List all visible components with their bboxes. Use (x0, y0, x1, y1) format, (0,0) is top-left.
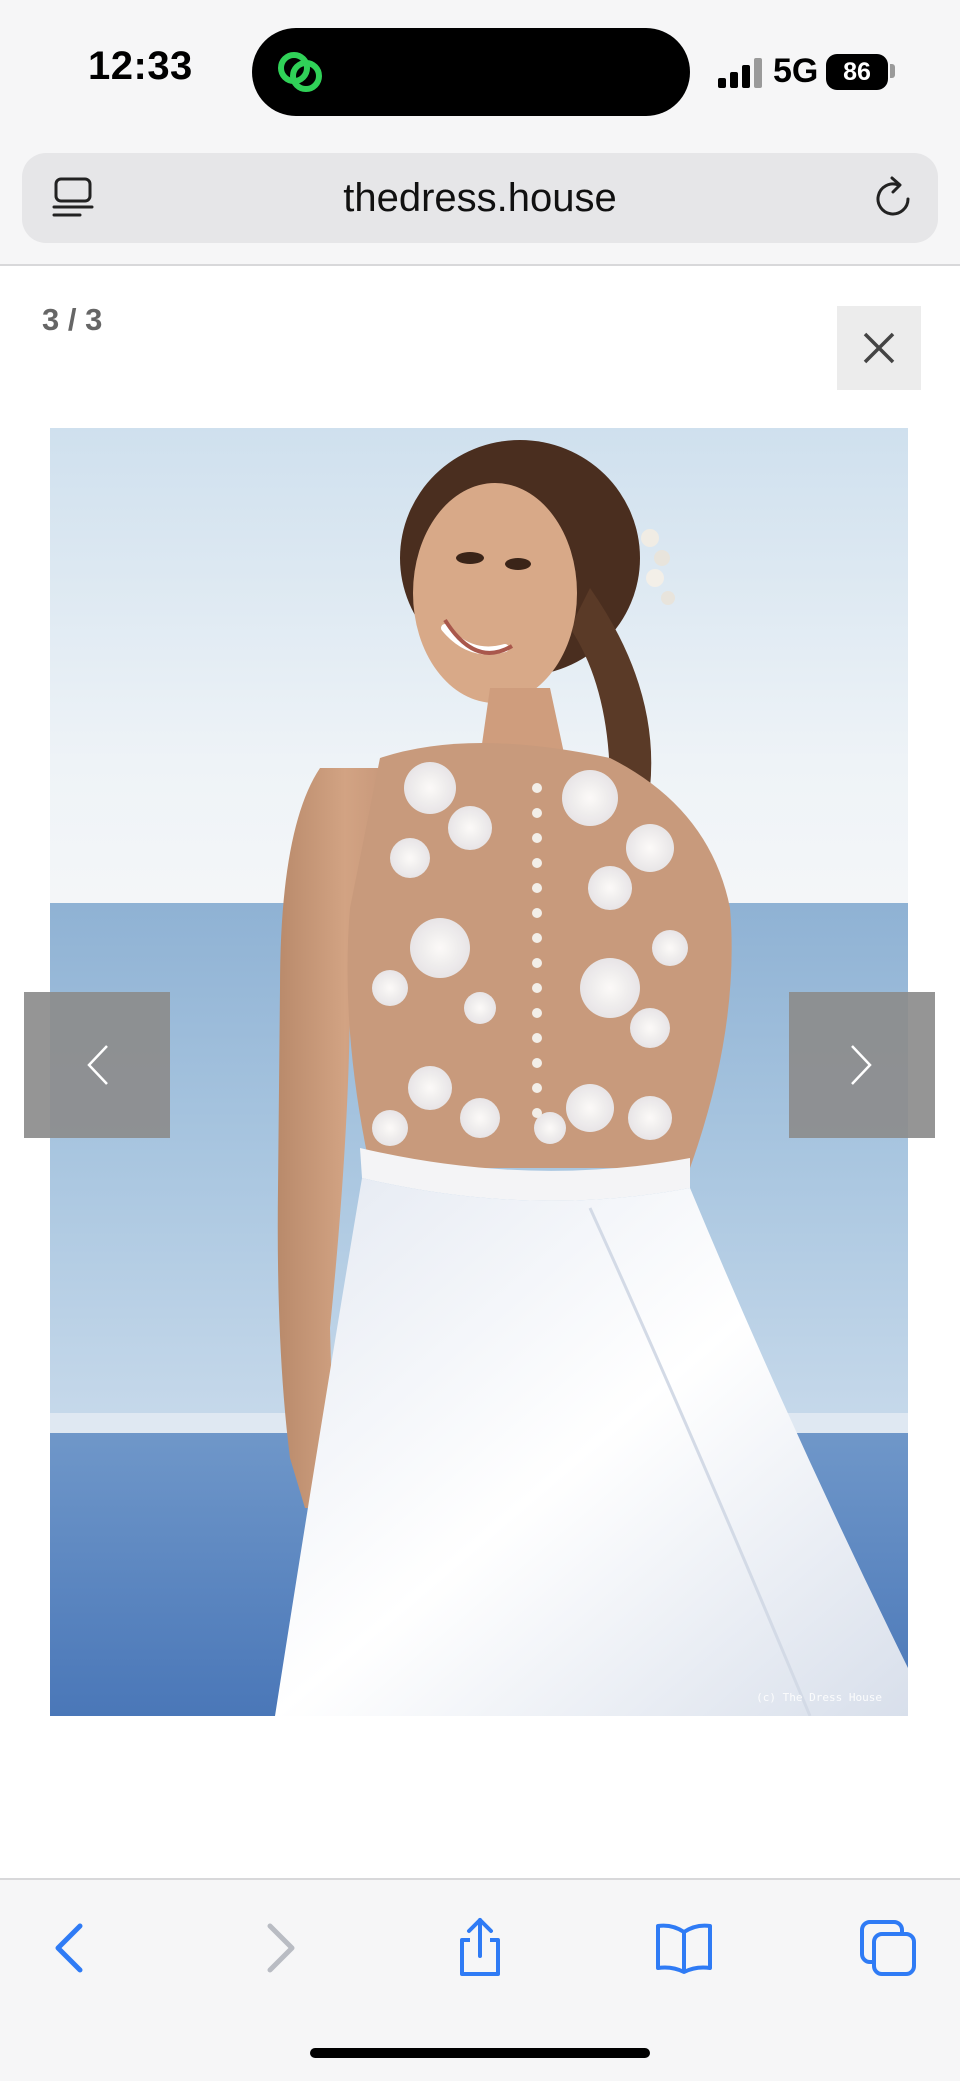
address-bar[interactable]: thedress.house (22, 153, 938, 243)
back-button[interactable] (40, 1916, 104, 1980)
reader-view-icon[interactable] (50, 175, 96, 221)
app-link-icon (278, 52, 322, 92)
status-time: 12:33 (88, 44, 193, 88)
next-image-button[interactable] (789, 992, 935, 1138)
gallery-image[interactable]: (c) The Dress House (50, 428, 908, 1716)
status-bar: 12:33 5G 86 (0, 0, 960, 140)
dress-photo (50, 428, 908, 1716)
network-type: 5G (773, 52, 819, 90)
share-icon (460, 1918, 500, 1976)
forward-icon (267, 1923, 295, 1973)
share-button[interactable] (448, 1916, 512, 1980)
image-watermark: (c) The Dress House (756, 1691, 882, 1704)
gallery-counter: 3 / 3 (42, 302, 103, 337)
forward-button[interactable] (246, 1916, 310, 1980)
cellular-signal-icon (718, 58, 764, 88)
url-text[interactable]: thedress.house (22, 153, 938, 243)
battery-indicator: 86 (826, 54, 888, 90)
dynamic-island[interactable] (252, 28, 690, 116)
previous-image-button[interactable] (24, 992, 170, 1138)
chevron-left-icon (87, 1045, 108, 1085)
tabs-icon (860, 1920, 916, 1976)
reload-icon[interactable] (870, 175, 916, 221)
battery-nub (890, 64, 895, 78)
home-indicator[interactable] (310, 2048, 650, 2058)
back-icon (55, 1923, 83, 1973)
browser-toolbar (0, 1878, 960, 2081)
tabs-button[interactable] (856, 1916, 920, 1980)
close-button[interactable] (837, 306, 921, 390)
bookmarks-icon (656, 1923, 712, 1974)
close-icon (863, 332, 895, 364)
browser-address-area: thedress.house (0, 140, 960, 266)
bookmarks-button[interactable] (652, 1916, 716, 1980)
chevron-right-icon (851, 1045, 872, 1085)
